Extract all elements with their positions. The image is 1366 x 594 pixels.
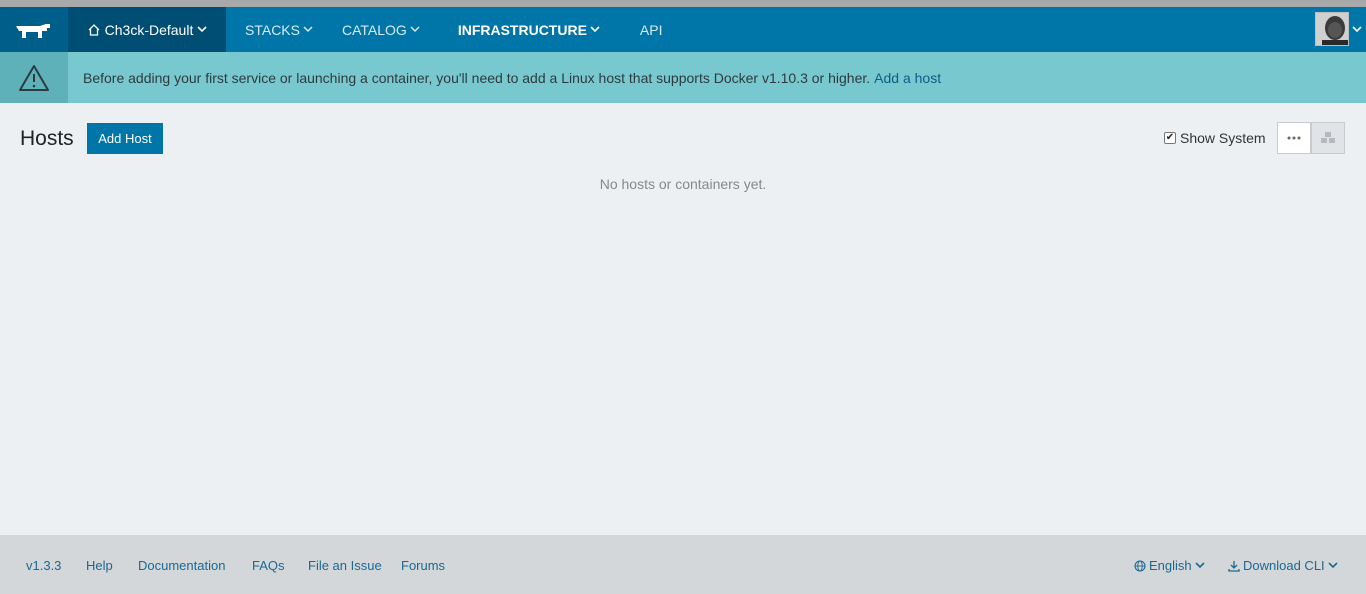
chevron-down-icon — [197, 26, 207, 33]
download-cli-menu[interactable]: Download CLI — [1228, 558, 1338, 573]
empty-state-message: No hosts or containers yet. — [599, 176, 767, 192]
chevron-down-icon — [1328, 562, 1338, 569]
environment-name: Ch3ck-Default — [104, 21, 194, 38]
grouped-view-button[interactable] — [1311, 122, 1345, 154]
cubes-icon — [1321, 132, 1335, 143]
page-title: Hosts — [20, 127, 74, 150]
ellipsis-icon — [1287, 136, 1301, 140]
avatar — [1315, 12, 1349, 46]
download-icon — [1228, 560, 1240, 572]
globe-icon — [1134, 559, 1146, 572]
nav-infrastructure[interactable]: INFRASTRUCTURE — [458, 7, 600, 52]
forums-link[interactable]: Forums — [401, 558, 445, 573]
warning-icon-box — [0, 52, 68, 103]
footer: v1.3.3 Help Documentation FAQs File an I… — [0, 535, 1366, 594]
show-system-toggle[interactable]: ✔ Show System — [1164, 130, 1266, 146]
main-nav: STACKS CATALOG INFRASTRUCTURE API — [226, 7, 663, 52]
chevron-down-icon — [1352, 25, 1362, 32]
chevron-down-icon — [303, 26, 313, 33]
add-a-host-link[interactable]: Add a host — [874, 70, 941, 86]
home-icon — [88, 23, 100, 36]
help-link[interactable]: Help — [86, 558, 113, 573]
nav-api[interactable]: API — [640, 7, 663, 52]
top-nav-bar: Ch3ck-Default STACKS CATALOG INFRASTRUCT… — [0, 7, 1366, 52]
show-system-label: Show System — [1180, 130, 1266, 146]
warning-icon — [19, 64, 49, 91]
chevron-down-icon — [410, 26, 420, 33]
nav-api-label: API — [639, 21, 663, 38]
chevron-down-icon — [590, 26, 600, 33]
nav-infrastructure-label: INFRASTRUCTURE — [457, 21, 587, 38]
user-menu[interactable] — [1315, 12, 1362, 46]
banner-message-text: Before adding your first service or laun… — [83, 69, 871, 86]
rancher-logo[interactable] — [0, 7, 68, 52]
file-an-issue-link[interactable]: File an Issue — [308, 558, 382, 573]
nav-stacks[interactable]: STACKS — [245, 7, 313, 52]
download-cli-label: Download CLI — [1243, 558, 1325, 573]
version-link[interactable]: v1.3.3 — [26, 558, 61, 573]
environment-switcher[interactable]: Ch3ck-Default — [68, 7, 226, 52]
notice-banner: Before adding your first service or laun… — [0, 52, 1366, 103]
show-system-checkbox[interactable]: ✔ — [1164, 132, 1176, 144]
nav-stacks-label: STACKS — [245, 21, 300, 38]
window-top-strip — [0, 0, 1366, 7]
nav-catalog[interactable]: CATALOG — [342, 7, 420, 52]
rancher-logo-icon — [16, 23, 50, 38]
chevron-down-icon — [1195, 562, 1205, 569]
language-selector[interactable]: English — [1134, 558, 1205, 573]
user-photo-icon — [1316, 13, 1348, 45]
faqs-link[interactable]: FAQs — [252, 558, 285, 573]
banner-message: Before adding your first service or laun… — [83, 70, 941, 86]
documentation-link[interactable]: Documentation — [138, 558, 225, 573]
add-host-button[interactable]: Add Host — [87, 123, 163, 154]
view-mode-toggle — [1277, 122, 1345, 154]
language-label: English — [1149, 558, 1192, 573]
list-view-button[interactable] — [1277, 122, 1311, 154]
nav-catalog-label: CATALOG — [341, 21, 407, 38]
